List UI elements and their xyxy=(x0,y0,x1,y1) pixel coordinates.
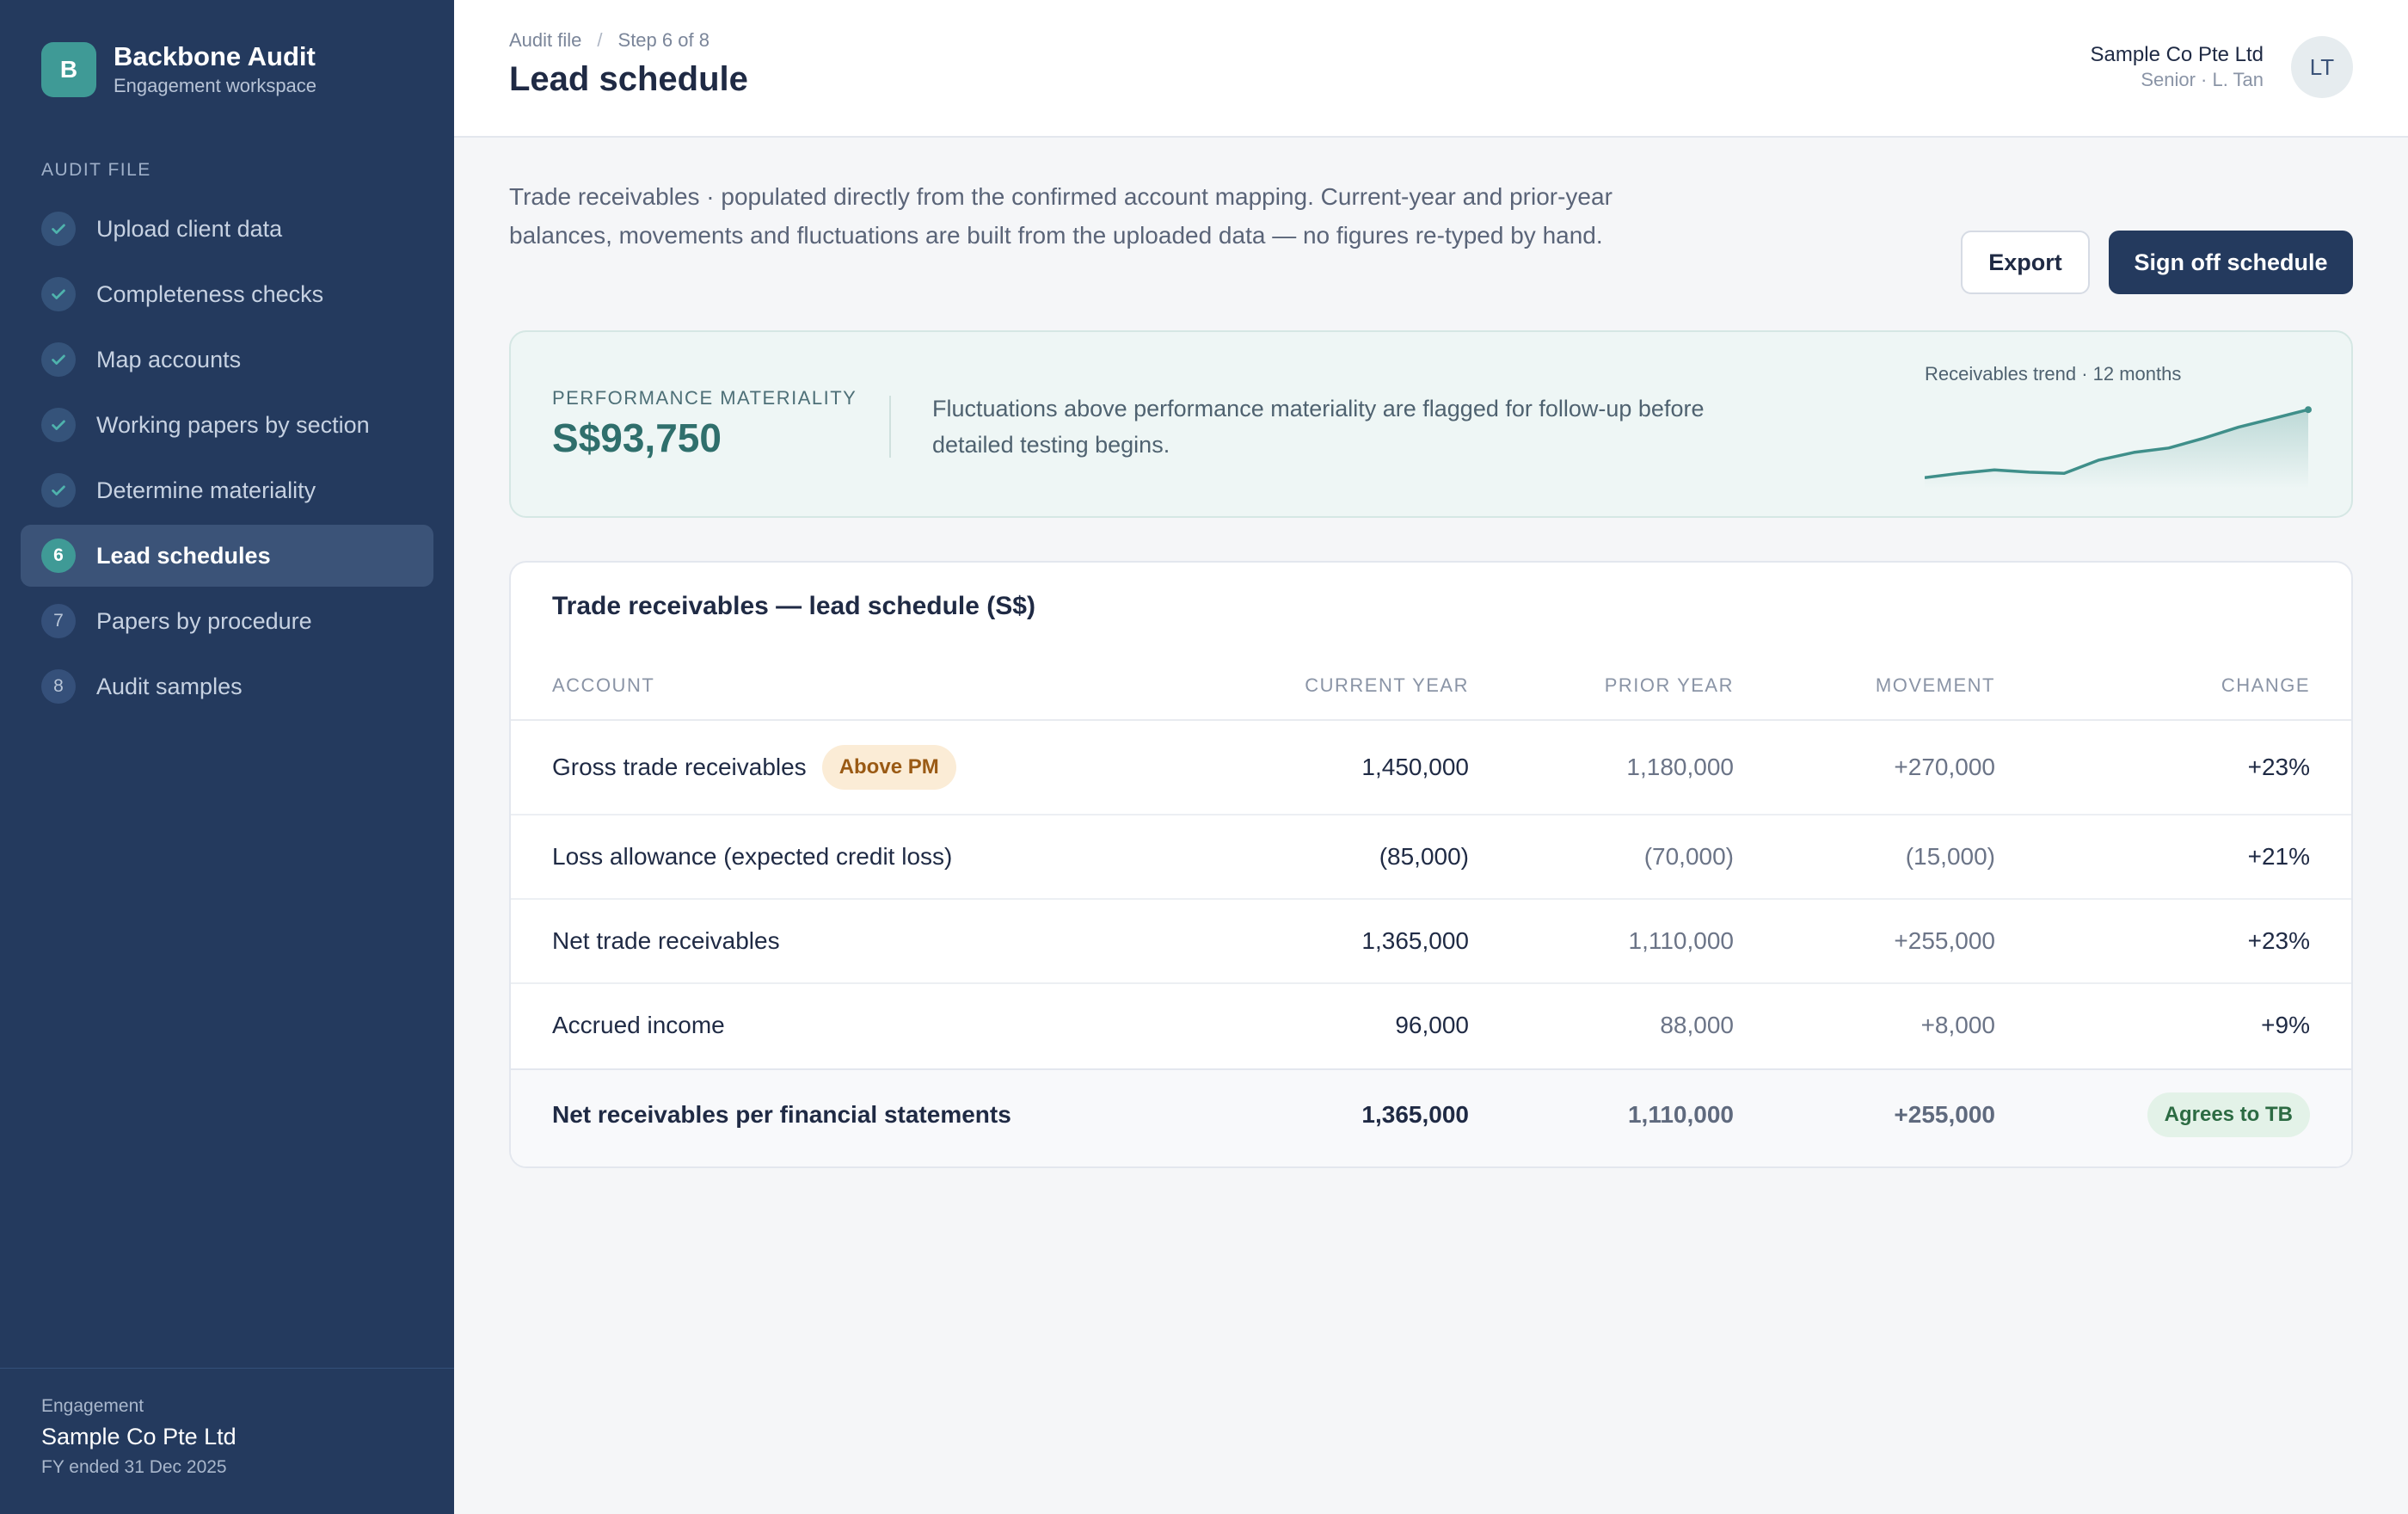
total-current-year: 1,365,000 xyxy=(1361,1101,1469,1128)
sidebar-item-upload-client-data[interactable]: Upload client data xyxy=(21,198,433,260)
check-icon xyxy=(41,342,76,377)
movement-cell: +255,000 xyxy=(1894,927,1995,954)
table-row[interactable]: Accrued income 96,000 88,000 +8,000 +9% xyxy=(511,984,2351,1068)
column-header-account[interactable]: ACCOUNT xyxy=(552,674,654,697)
sidebar-item-label: Papers by procedure xyxy=(96,607,312,634)
sidebar-item-determine-materiality[interactable]: Determine materiality xyxy=(21,459,433,521)
sidebar-item-audit-samples[interactable]: 8 Audit samples xyxy=(21,655,433,717)
total-account-name: Net receivables per financial statements xyxy=(552,1101,1011,1128)
trend-chart-label: Receivables trend · 12 months xyxy=(1925,363,2182,385)
lead-schedule-table: Trade receivables — lead schedule (S$) A… xyxy=(509,561,2353,1168)
breadcrumb-step: Step 6 of 8 xyxy=(617,29,710,51)
step-number-badge: 8 xyxy=(41,669,76,704)
change-cell: +21% xyxy=(2247,843,2310,870)
sidebar-item-label: Determine materiality xyxy=(96,477,316,503)
account-name: Loss allowance (expected credit loss) xyxy=(552,843,953,870)
column-header-prior-year[interactable]: PRIOR YEAR xyxy=(1605,674,1734,697)
user-company: Sample Co Pte Ltd xyxy=(2090,43,2264,66)
breadcrumb-audit-file[interactable]: Audit file xyxy=(509,29,581,52)
engagement-client: Sample Co Pte Ltd xyxy=(41,1424,236,1449)
nav-section-label: AUDIT FILE xyxy=(41,160,151,180)
column-header-movement[interactable]: MOVEMENT xyxy=(1876,674,1995,697)
total-movement: +255,000 xyxy=(1894,1101,1995,1128)
brand-logo: B xyxy=(41,42,96,97)
account-cell: Gross trade receivables Above PM xyxy=(552,745,956,790)
materiality-card: PERFORMANCE MATERIALITY S$93,750 Fluctua… xyxy=(509,330,2353,518)
account-name: Net trade receivables xyxy=(552,927,780,954)
brand-name: Backbone Audit xyxy=(114,41,316,71)
page-title: Lead schedule xyxy=(509,60,748,98)
account-name: Gross trade receivables xyxy=(552,754,807,780)
step-number-badge: 6 xyxy=(41,539,76,573)
divider xyxy=(889,396,891,458)
check-icon xyxy=(41,408,76,442)
table-total-row[interactable]: Net receivables per financial statements… xyxy=(511,1068,2351,1166)
current-year-cell: 1,365,000 xyxy=(1361,927,1469,954)
current-year-cell: 96,000 xyxy=(1395,1012,1469,1038)
above-pm-flag: Above PM xyxy=(821,745,956,790)
change-cell: +23% xyxy=(2247,927,2310,954)
sidebar-nav: Upload client data Completeness checks M… xyxy=(21,198,433,721)
sidebar-item-map-accounts[interactable]: Map accounts xyxy=(21,329,433,391)
sidebar-item-lead-schedules[interactable]: 6 Lead schedules xyxy=(21,525,433,587)
column-header-change[interactable]: CHANGE xyxy=(2221,674,2310,697)
brand[interactable]: B Backbone Audit Engagement workspace xyxy=(41,41,316,98)
sign-off-button[interactable]: Sign off schedule xyxy=(2109,231,2353,294)
current-year-cell: 1,450,000 xyxy=(1361,754,1469,780)
sidebar-item-label: Completeness checks xyxy=(96,280,324,307)
movement-cell: (15,000) xyxy=(1905,843,1995,870)
table-row[interactable]: Net trade receivables 1,365,000 1,110,00… xyxy=(511,900,2351,984)
page-header: Audit file / Step 6 of 8 Lead schedule S… xyxy=(454,0,2408,138)
prior-year-cell: 1,180,000 xyxy=(1626,754,1734,780)
prior-year-cell: 1,110,000 xyxy=(1628,927,1735,954)
sidebar-item-label: Audit samples xyxy=(96,673,243,699)
table-row[interactable]: Loss allowance (expected credit loss) (8… xyxy=(511,815,2351,900)
materiality-note: Fluctuations above performance materiali… xyxy=(932,396,1705,458)
total-prior-year: 1,110,000 xyxy=(1627,1101,1734,1128)
engagement-label: Engagement xyxy=(41,1396,144,1416)
sidebar-item-label: Working papers by section xyxy=(96,411,370,438)
step-number-badge: 7 xyxy=(41,604,76,638)
prior-year-cell: (70,000) xyxy=(1643,843,1734,870)
materiality-value: S$93,750 xyxy=(552,415,722,460)
check-icon xyxy=(41,473,76,508)
user-menu[interactable]: Sample Co Pte Ltd Senior · L. Tan LT xyxy=(2091,36,2353,98)
engagement-period: FY ended 31 Dec 2025 xyxy=(41,1457,227,1477)
movement-cell: +8,000 xyxy=(1920,1012,1995,1038)
agrees-to-tb-badge: Agrees to TB xyxy=(2147,1092,2310,1137)
agrees-to-tb-label: Agrees to TB xyxy=(2147,1092,2310,1137)
prior-year-cell: 88,000 xyxy=(1660,1012,1734,1038)
check-icon xyxy=(41,212,76,246)
sidebar-item-papers-by-procedure[interactable]: 7 Papers by procedure xyxy=(21,590,433,652)
user-role: Senior · L. Tan xyxy=(2141,69,2264,90)
engagement-footer: Engagement Sample Co Pte Ltd FY ended 31… xyxy=(0,1368,454,1514)
table-header: ACCOUNT CURRENT YEAR PRIOR YEAR MOVEMENT… xyxy=(511,650,2351,721)
trend-area xyxy=(1925,409,2308,489)
receivables-trend-chart xyxy=(1925,406,2312,489)
column-header-current-year[interactable]: CURRENT YEAR xyxy=(1305,674,1469,697)
export-button[interactable]: Export xyxy=(1961,231,2090,294)
table-title: Trade receivables — lead schedule (S$) xyxy=(552,592,1035,620)
breadcrumb-separator: / xyxy=(597,29,603,51)
current-year-cell: (85,000) xyxy=(1379,843,1469,870)
sidebar-item-label: Map accounts xyxy=(96,346,242,372)
action-buttons: Export Sign off schedule xyxy=(1961,231,2353,294)
change-cell: +9% xyxy=(2261,1012,2310,1038)
sidebar-item-completeness-checks[interactable]: Completeness checks xyxy=(21,263,433,325)
materiality-label: PERFORMANCE MATERIALITY xyxy=(552,387,857,409)
intro-text: Trade receivables · populated directly f… xyxy=(509,183,1612,249)
sidebar: B Backbone Audit Engagement workspace AU… xyxy=(0,0,454,1514)
change-cell: +23% xyxy=(2247,754,2310,780)
trend-point xyxy=(2305,406,2312,414)
breadcrumb: Audit file / Step 6 of 8 xyxy=(509,29,710,52)
sidebar-item-label: Lead schedules xyxy=(96,542,271,569)
movement-cell: +270,000 xyxy=(1894,754,1995,780)
sidebar-item-working-papers[interactable]: Working papers by section xyxy=(21,394,433,456)
avatar[interactable]: LT xyxy=(2291,36,2353,98)
brand-subtitle: Engagement workspace xyxy=(114,75,317,96)
sidebar-item-label: Upload client data xyxy=(96,215,283,242)
check-icon xyxy=(41,277,76,311)
account-name: Accrued income xyxy=(552,1012,725,1038)
table-row[interactable]: Gross trade receivables Above PM 1,450,0… xyxy=(511,721,2351,815)
